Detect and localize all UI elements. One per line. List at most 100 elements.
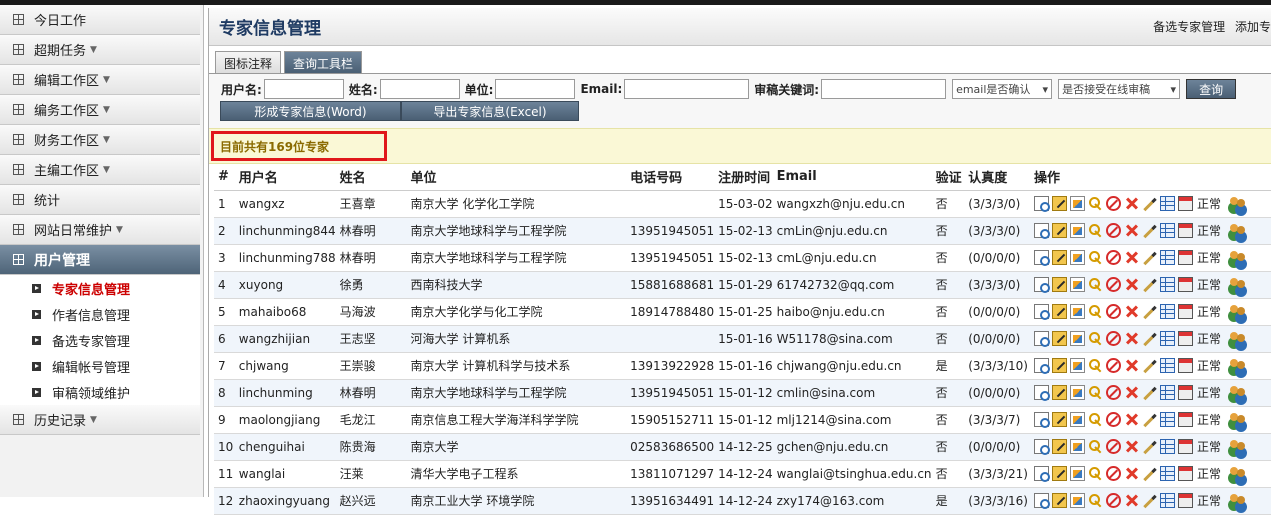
disable-icon[interactable] xyxy=(1105,196,1121,211)
users-icon[interactable] xyxy=(1229,277,1247,292)
view-detail-icon[interactable] xyxy=(1033,466,1050,482)
table-icon[interactable] xyxy=(1159,385,1175,400)
document-icon[interactable] xyxy=(1069,223,1085,238)
delete-icon[interactable] xyxy=(1124,493,1139,508)
table-icon[interactable] xyxy=(1159,412,1175,427)
document-icon[interactable] xyxy=(1069,304,1085,319)
id-card-icon[interactable] xyxy=(1177,250,1193,265)
delete-icon[interactable] xyxy=(1124,358,1139,373)
id-card-icon[interactable] xyxy=(1177,196,1193,211)
sidebar-item-1[interactable]: 超期任务 ▼ xyxy=(0,35,200,65)
key-icon[interactable] xyxy=(1088,466,1103,481)
unit-input[interactable] xyxy=(495,79,576,99)
id-card-icon[interactable] xyxy=(1177,466,1193,481)
tab-icon-legend[interactable]: 图标注释 xyxy=(215,51,282,73)
delete-icon[interactable] xyxy=(1124,196,1139,211)
delete-icon[interactable] xyxy=(1124,412,1139,427)
key-icon[interactable] xyxy=(1088,412,1103,427)
id-card-icon[interactable] xyxy=(1177,358,1193,373)
disable-icon[interactable] xyxy=(1105,250,1121,265)
view-detail-icon[interactable] xyxy=(1033,277,1050,293)
table-icon[interactable] xyxy=(1159,358,1175,373)
users-icon[interactable] xyxy=(1229,412,1247,427)
sidebar-item-3[interactable]: 编务工作区 ▼ xyxy=(0,95,200,125)
disable-icon[interactable] xyxy=(1105,466,1121,481)
document-icon[interactable] xyxy=(1069,385,1085,400)
pencil-icon[interactable] xyxy=(1142,250,1157,265)
table-icon[interactable] xyxy=(1159,223,1175,238)
pencil-icon[interactable] xyxy=(1142,358,1157,373)
id-card-icon[interactable] xyxy=(1177,304,1193,319)
edit-icon[interactable] xyxy=(1051,493,1067,508)
header-link-add[interactable]: 添加专 xyxy=(1235,20,1271,34)
id-card-icon[interactable] xyxy=(1177,493,1193,508)
sidebar-item-7[interactable]: 网站日常维护 ▼ xyxy=(0,215,200,245)
header-link-candidate-experts[interactable]: 备选专家管理 xyxy=(1153,20,1225,34)
delete-icon[interactable] xyxy=(1124,439,1139,454)
document-icon[interactable] xyxy=(1069,250,1085,265)
id-card-icon[interactable] xyxy=(1177,331,1193,346)
name-input[interactable] xyxy=(379,79,460,99)
edit-icon[interactable] xyxy=(1051,466,1067,481)
document-icon[interactable] xyxy=(1069,466,1085,481)
key-icon[interactable] xyxy=(1088,358,1103,373)
document-icon[interactable] xyxy=(1069,277,1085,292)
edit-icon[interactable] xyxy=(1051,304,1067,319)
document-icon[interactable] xyxy=(1069,358,1085,373)
disable-icon[interactable] xyxy=(1105,358,1121,373)
sidebar-item-history[interactable]: 历史记录 ▼ xyxy=(0,405,200,435)
edit-icon[interactable] xyxy=(1051,385,1067,400)
view-detail-icon[interactable] xyxy=(1033,439,1050,455)
users-icon[interactable] xyxy=(1229,493,1247,508)
users-icon[interactable] xyxy=(1229,358,1247,373)
pencil-icon[interactable] xyxy=(1142,385,1157,400)
document-icon[interactable] xyxy=(1069,439,1085,454)
view-detail-icon[interactable] xyxy=(1033,331,1050,347)
table-icon[interactable] xyxy=(1159,304,1175,319)
key-icon[interactable] xyxy=(1088,304,1103,319)
key-icon[interactable] xyxy=(1088,196,1103,211)
key-icon[interactable] xyxy=(1088,385,1103,400)
export-word-button[interactable]: 形成专家信息(Word) xyxy=(220,101,401,121)
pencil-icon[interactable] xyxy=(1142,466,1157,481)
document-icon[interactable] xyxy=(1069,331,1085,346)
email-input[interactable] xyxy=(624,79,750,99)
disable-icon[interactable] xyxy=(1105,223,1121,238)
key-icon[interactable] xyxy=(1088,250,1103,265)
delete-icon[interactable] xyxy=(1124,466,1139,481)
key-icon[interactable] xyxy=(1088,439,1103,454)
view-detail-icon[interactable] xyxy=(1033,358,1050,374)
online-review-select[interactable]: 是否接受在线审稿 ▾ xyxy=(1058,79,1181,99)
users-icon[interactable] xyxy=(1229,304,1247,319)
key-icon[interactable] xyxy=(1088,277,1103,292)
delete-icon[interactable] xyxy=(1124,277,1139,292)
edit-icon[interactable] xyxy=(1051,439,1067,454)
table-icon[interactable] xyxy=(1159,439,1175,454)
disable-icon[interactable] xyxy=(1105,385,1121,400)
users-icon[interactable] xyxy=(1229,439,1247,454)
pencil-icon[interactable] xyxy=(1142,196,1157,211)
view-detail-icon[interactable] xyxy=(1033,385,1050,401)
document-icon[interactable] xyxy=(1069,196,1085,211)
tab-query-toolbar[interactable]: 查询工具栏 xyxy=(284,51,363,73)
view-detail-icon[interactable] xyxy=(1033,196,1050,212)
delete-icon[interactable] xyxy=(1124,304,1139,319)
delete-icon[interactable] xyxy=(1124,223,1139,238)
username-input[interactable] xyxy=(263,79,344,99)
delete-icon[interactable] xyxy=(1124,385,1139,400)
edit-icon[interactable] xyxy=(1051,277,1067,292)
id-card-icon[interactable] xyxy=(1177,412,1193,427)
users-icon[interactable] xyxy=(1229,196,1247,211)
pencil-icon[interactable] xyxy=(1142,493,1157,508)
disable-icon[interactable] xyxy=(1105,439,1121,454)
disable-icon[interactable] xyxy=(1105,493,1121,508)
table-icon[interactable] xyxy=(1159,466,1175,481)
view-detail-icon[interactable] xyxy=(1033,223,1050,239)
id-card-icon[interactable] xyxy=(1177,277,1193,292)
email-confirm-select[interactable]: email是否确认 ▾ xyxy=(952,79,1053,99)
pencil-icon[interactable] xyxy=(1142,277,1157,292)
view-detail-icon[interactable] xyxy=(1033,493,1050,509)
view-detail-icon[interactable] xyxy=(1033,304,1050,320)
pencil-icon[interactable] xyxy=(1142,412,1157,427)
sidebar-subitem-4[interactable]: 审稿领域维护 xyxy=(0,379,200,405)
